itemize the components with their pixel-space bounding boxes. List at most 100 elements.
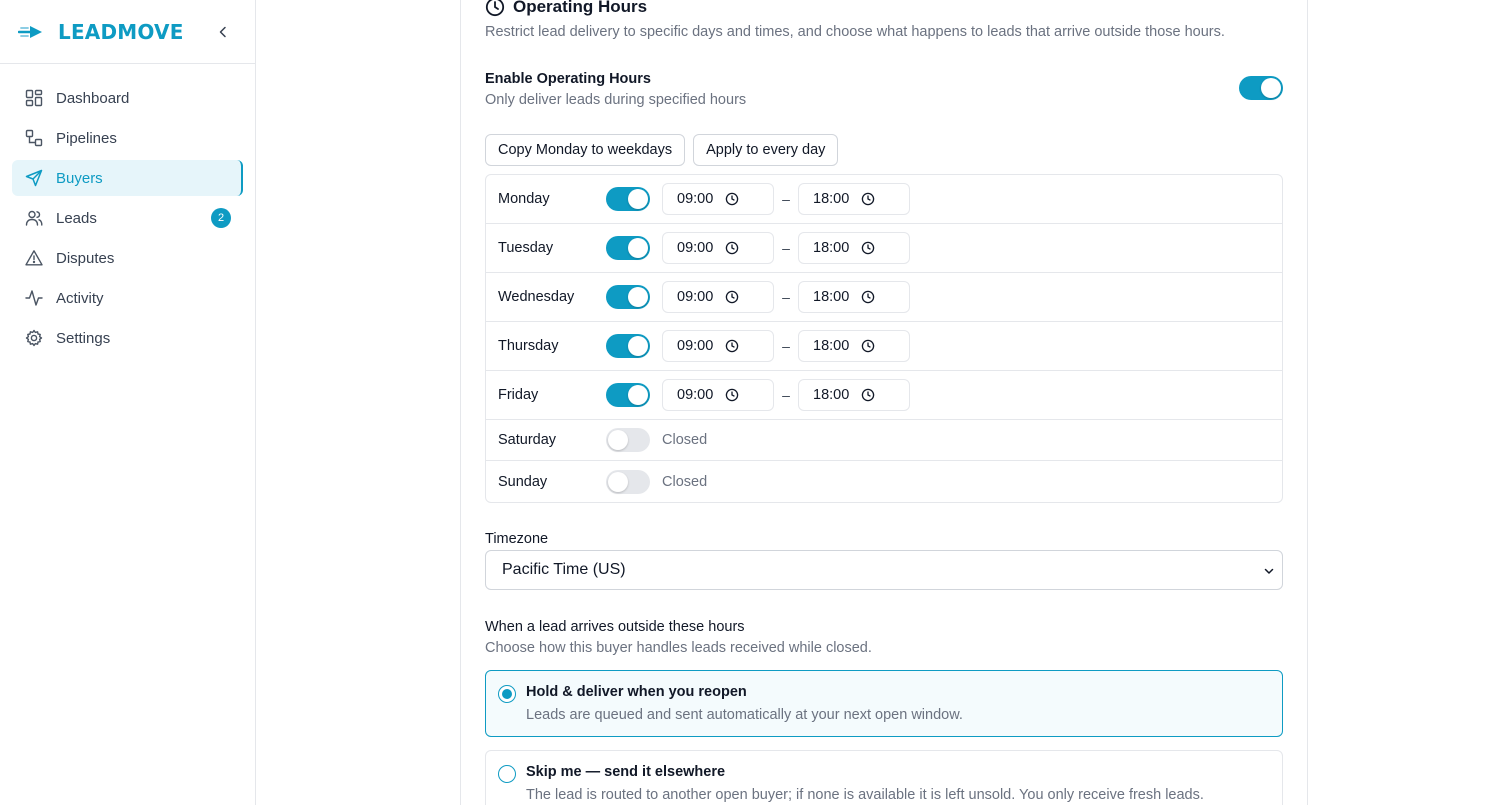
- tuesday-end-time-input[interactable]: 18:00: [798, 232, 910, 264]
- day-name: Friday: [498, 387, 539, 403]
- wednesday-end-time-input[interactable]: 18:00: [798, 281, 910, 313]
- radio-hold-and-deliver[interactable]: [498, 685, 516, 703]
- tuesday-toggle[interactable]: [606, 236, 650, 260]
- timezone-value: Pacific Time (US): [502, 561, 626, 578]
- sidebar-item-pipelines[interactable]: Pipelines: [12, 120, 243, 156]
- range-separator: –: [782, 240, 790, 256]
- weekly-schedule: Monday 09:00 – 18:00 Tuesday 09:00 – 18:…: [485, 174, 1283, 503]
- monday-toggle[interactable]: [606, 187, 650, 211]
- chevron-left-icon: [219, 26, 226, 38]
- monday-start-time-input[interactable]: 09:00: [662, 183, 774, 215]
- sidebar-item-dashboard[interactable]: Dashboard: [12, 80, 243, 116]
- activity-icon: [24, 288, 44, 308]
- section-title-text: Operating Hours: [513, 0, 648, 16]
- clock-icon: [862, 339, 875, 353]
- enable-operating-hours-sublabel: Only deliver leads during specified hour…: [485, 92, 747, 108]
- day-row-saturday: Saturday Closed: [486, 420, 1282, 461]
- timezone-label: Timezone: [485, 531, 549, 547]
- day-row-sunday: Sunday Closed: [486, 461, 1282, 502]
- thursday-end-time-input[interactable]: 18:00: [798, 330, 910, 362]
- brand-header: LEADMOVE: [0, 0, 255, 64]
- sidebar-item-label: Leads: [56, 209, 97, 227]
- sunday-toggle[interactable]: [606, 469, 650, 494]
- day-row-friday: Friday 09:00 – 18:00: [486, 371, 1282, 420]
- brand-logo[interactable]: LEADMOVE: [18, 20, 184, 44]
- clock-icon: [726, 192, 739, 206]
- option-title: Hold & deliver when you reopen: [526, 684, 747, 700]
- option-description: The lead is routed to another open buyer…: [526, 787, 1204, 803]
- day-row-wednesday: Wednesday 09:00 – 18:00: [486, 273, 1282, 322]
- monday-end-time-input[interactable]: 18:00: [798, 183, 910, 215]
- day-row-monday: Monday 09:00 – 18:00: [486, 175, 1282, 224]
- clock-icon: [485, 0, 505, 17]
- timezone-select[interactable]: Pacific Time (US): [485, 550, 1283, 590]
- users-icon: [24, 208, 44, 228]
- copy-monday-to-weekdays-button[interactable]: Copy Monday to weekdays: [485, 134, 686, 166]
- section-description: Restrict lead delivery to specific days …: [485, 24, 1225, 40]
- sidebar-item-disputes[interactable]: Disputes: [12, 240, 243, 276]
- chevron-down-icon: [1264, 568, 1274, 574]
- send-icon: [24, 168, 44, 188]
- sidebar-item-activity[interactable]: Activity: [12, 280, 243, 316]
- clock-icon: [726, 290, 739, 304]
- option-description: Leads are queued and sent automatically …: [526, 707, 963, 723]
- sidebar-item-leads[interactable]: Leads 2: [12, 200, 243, 236]
- sidebar-item-label: Dashboard: [56, 89, 130, 107]
- closed-label: Closed: [662, 432, 708, 448]
- outside-hours-label: When a lead arrives outside these hours: [485, 619, 745, 635]
- friday-start-time-input[interactable]: 09:00: [662, 379, 774, 411]
- friday-toggle[interactable]: [606, 383, 650, 407]
- day-name: Monday: [498, 191, 550, 207]
- option-title: Skip me — send it elsewhere: [526, 764, 726, 780]
- pipelines-icon: [24, 128, 44, 148]
- closed-label: Closed: [662, 473, 708, 490]
- outside-hours-sublabel: Choose how this buyer handles leads rece…: [485, 640, 872, 656]
- operating-hours-panel: Operating Hours Restrict lead delivery t…: [460, 0, 1308, 805]
- saturday-toggle[interactable]: [606, 428, 650, 452]
- collapse-sidebar-button[interactable]: [213, 22, 233, 42]
- day-row-thursday: Thursday 09:00 – 18:00: [486, 322, 1282, 371]
- option-skip-send-elsewhere[interactable]: Skip me — send it elsewhere The lead is …: [485, 750, 1283, 805]
- day-name: Wednesday: [498, 289, 575, 305]
- thursday-start-time-input[interactable]: 09:00: [662, 330, 774, 362]
- thursday-toggle[interactable]: [606, 334, 650, 358]
- day-name: Thursday: [498, 338, 559, 354]
- tuesday-start-time-input[interactable]: 09:00: [662, 232, 774, 264]
- sidebar-item-buyers[interactable]: Buyers: [12, 160, 243, 196]
- sidebar-nav: Dashboard Pipelines Buyers Leads 2 Dispu…: [0, 64, 255, 376]
- sidebar-item-settings[interactable]: Settings: [12, 320, 243, 356]
- option-hold-and-deliver[interactable]: Hold & deliver when you reopen Leads are…: [485, 670, 1283, 737]
- dashboard-grid-icon: [24, 88, 44, 108]
- clock-icon: [862, 388, 875, 402]
- sidebar-item-label: Pipelines: [56, 129, 117, 147]
- day-name: Tuesday: [498, 240, 554, 256]
- radio-skip-send-elsewhere[interactable]: [498, 765, 516, 783]
- clock-icon: [726, 339, 739, 353]
- day-name: Saturday: [498, 432, 557, 448]
- day-row-tuesday: Tuesday 09:00 – 18:00: [486, 224, 1282, 273]
- gear-icon: [24, 328, 44, 348]
- range-separator: –: [782, 338, 790, 354]
- wednesday-start-time-input[interactable]: 09:00: [662, 281, 774, 313]
- sidebar-item-label: Buyers: [56, 169, 103, 187]
- sidebar-item-label: Settings: [56, 329, 111, 347]
- range-separator: –: [782, 289, 790, 305]
- enable-operating-hours-toggle[interactable]: [1239, 76, 1283, 100]
- leads-count-badge: 2: [211, 208, 231, 228]
- range-separator: –: [782, 191, 790, 207]
- apply-to-every-day-button[interactable]: Apply to every day: [693, 134, 839, 166]
- day-name: Sunday: [498, 473, 548, 490]
- clock-icon: [862, 241, 875, 255]
- range-separator: –: [782, 387, 790, 403]
- wednesday-toggle[interactable]: [606, 285, 650, 309]
- clock-icon: [862, 290, 875, 304]
- clock-icon: [726, 241, 739, 255]
- friday-end-time-input[interactable]: 18:00: [798, 379, 910, 411]
- enable-operating-hours-label: Enable Operating Hours: [485, 71, 651, 87]
- sidebar-item-label: Disputes: [56, 249, 115, 267]
- clock-icon: [862, 192, 875, 206]
- clock-icon: [726, 388, 739, 402]
- sidebar-item-label: Activity: [56, 289, 104, 307]
- sidebar: LEADMOVE Dashboard Pipelines Buyers Lead…: [0, 0, 256, 805]
- leadmove-logo-icon: [18, 25, 42, 38]
